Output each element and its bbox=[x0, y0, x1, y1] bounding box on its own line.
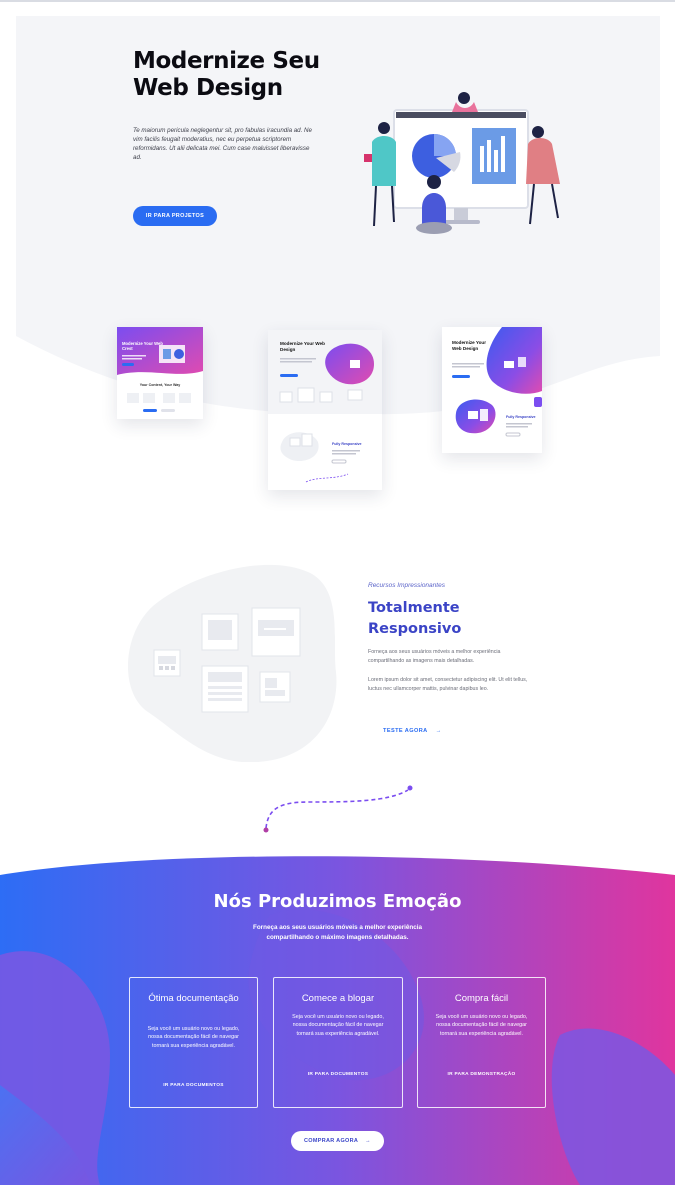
try-now-link[interactable]: TESTE AGORA → bbox=[383, 728, 442, 734]
top-border bbox=[0, 0, 675, 2]
card-text: Seja você um usuário novo ou legado, nos… bbox=[292, 1014, 384, 1037]
card-link[interactable]: IR PARA DEMONSTRAÇÃO bbox=[418, 1072, 545, 1077]
try-now-label: TESTE AGORA bbox=[383, 728, 428, 734]
hero-illustration bbox=[364, 92, 560, 234]
hero-title: Modernize Seu Web Design bbox=[133, 48, 353, 102]
responsive-illustration bbox=[127, 564, 337, 762]
mockup-card-right: Modernize Your Web Design Fully Responsi… bbox=[442, 327, 542, 453]
feature-card-documentation: Ótima documentação Seja você um usuário … bbox=[129, 977, 258, 1108]
mockup-right-title: Modernize Your Web Design bbox=[452, 340, 487, 351]
hero-text: Te maiorum pericula neglegentur sit, pro… bbox=[133, 127, 312, 161]
mockup-right-feature: Fully Responsive bbox=[506, 415, 536, 419]
mockup-left-title: Modernize Your Web Crest bbox=[122, 341, 163, 351]
mockup-center-art bbox=[268, 330, 382, 483]
buy-now-button[interactable]: COMPRAR AGORA → bbox=[291, 1131, 384, 1151]
hero-title-line2: Web Design bbox=[133, 75, 283, 101]
card-title: Comece a blogar bbox=[301, 993, 375, 1004]
arrow-right-icon: → bbox=[435, 728, 442, 734]
dotted-squiggle-decoration bbox=[263, 785, 413, 833]
mockup-center-title: Modernize Your Web Design bbox=[280, 341, 325, 352]
feature-card-shop: Compra fácil Seja você um usuário novo o… bbox=[417, 977, 546, 1108]
mockup-card-left: Modernize Your Web Crest Your Content, Y… bbox=[117, 327, 203, 419]
card-title: Compra fácil bbox=[454, 993, 509, 1004]
card-text: Seja você um usuário novo ou legado, nos… bbox=[435, 1014, 528, 1037]
feature-paragraph-2: Lorem ipsum dolor sit amet, consectetur … bbox=[368, 677, 528, 692]
feature-paragraph-1: Forneça aos seus usuários móveis a melho… bbox=[368, 649, 501, 664]
card-link[interactable]: IR PARA DOCUMENTOS bbox=[274, 1072, 402, 1077]
mockup-card-center: Modernize Your Web Design Fully Responsi… bbox=[268, 330, 382, 490]
projects-button[interactable]: IR PARA PROJETOS bbox=[133, 206, 217, 226]
arrow-right-icon: → bbox=[365, 1138, 371, 1144]
feature-card-blog: Comece a blogar Seja você um usuário nov… bbox=[273, 977, 403, 1108]
emotion-title: Nós Produzimos Emoção bbox=[213, 891, 462, 912]
mockup-center-feature: Fully Responsive bbox=[332, 442, 362, 446]
emotion-subtitle: Forneça aos seus usuários móveis a melho… bbox=[252, 924, 423, 941]
feature-eyebrow: Recursos Impressionantes bbox=[368, 582, 445, 589]
hero-title-line1: Modernize Seu bbox=[133, 48, 320, 74]
card-text: Seja você um usuário novo ou legado, nos… bbox=[147, 1026, 240, 1049]
feature-title-line2: Responsivo bbox=[368, 621, 462, 637]
card-title: Ótima documentação bbox=[148, 993, 239, 1004]
buy-now-label: COMPRAR AGORA bbox=[304, 1138, 359, 1144]
mockup-left-section: Your Content, Your Way bbox=[139, 383, 181, 387]
card-link[interactable]: IR PARA DOCUMENTOS bbox=[130, 1083, 257, 1088]
feature-title-line1: Totalmente bbox=[368, 600, 460, 616]
feature-title: Totalmente Responsivo bbox=[368, 598, 518, 640]
